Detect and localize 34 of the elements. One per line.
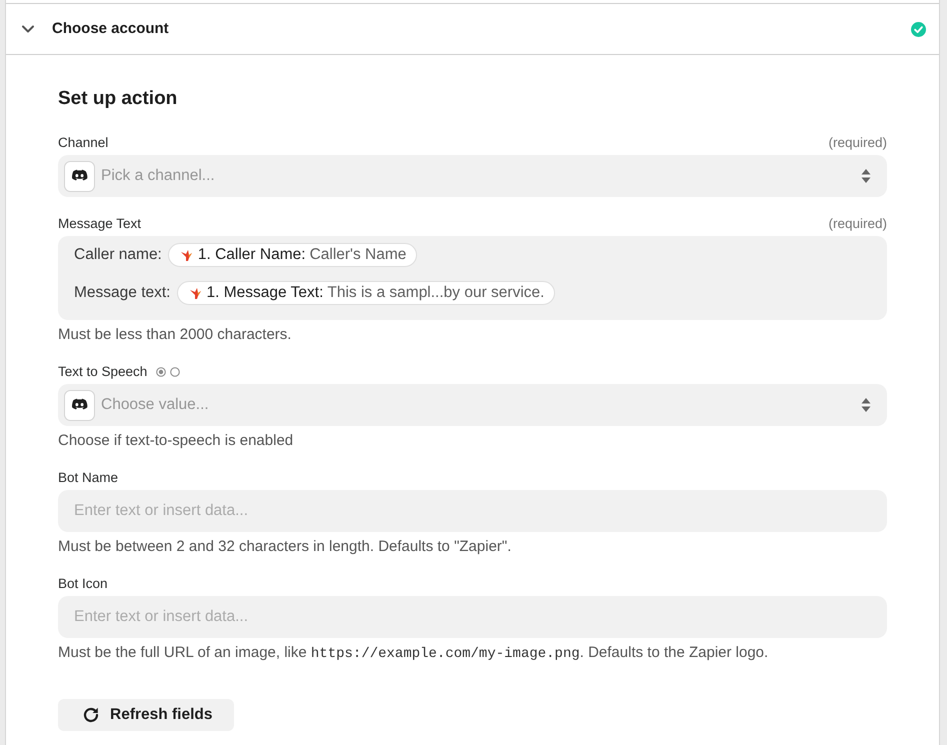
- data-pill[interactable]: 1. Caller Name: Caller's Name: [168, 243, 418, 267]
- required-note: (required): [828, 134, 887, 152]
- required-note: (required): [828, 215, 887, 233]
- step-app-icon: [188, 286, 202, 300]
- refresh-button[interactable]: Refresh fields: [58, 699, 234, 731]
- help-text: Must be between 2 and 32 characters in length. Defaults to "Zapier".: [58, 537, 512, 557]
- pill-step-label: 1. Message Text:: [206, 283, 324, 304]
- pill-value: This is a sampl...by our service.: [327, 283, 544, 304]
- help-text: Must be less than 2000 characters.: [58, 325, 292, 345]
- sort-arrows-icon: [861, 168, 871, 184]
- section-title: Set up action: [58, 87, 178, 111]
- text-area-field[interactable]: Caller name: 1. Caller Name: Caller's Name Message text: 1. Message Text: This is a sampl...by our service.: [58, 236, 887, 320]
- field-label: Bot Icon: [58, 575, 108, 593]
- help-text: Choose if text-to-speech is enabled: [58, 431, 294, 451]
- text-input[interactable]: Enter text or insert data...: [58, 596, 887, 638]
- line-label: Caller name:: [74, 245, 162, 266]
- data-pill[interactable]: 1. Message Text: This is a sampl...by our service.: [176, 281, 556, 305]
- field-label: Bot Name: [58, 469, 118, 487]
- text-input[interactable]: Enter text or insert data...: [58, 490, 887, 532]
- pill-value: Caller's Name: [310, 245, 406, 266]
- field-label: Channel: [58, 134, 108, 152]
- line-label: Message text:: [74, 283, 170, 304]
- section-header-title[interactable]: Choose account: [52, 18, 911, 40]
- help-text: Must be the full URL of an image, like https://example.com/my-image.png. Defaults to the Zapier logo.: [58, 643, 770, 664]
- radio-icon[interactable]: [156, 367, 166, 377]
- radio-icon[interactable]: [170, 367, 180, 377]
- field-label: Message Text: [58, 215, 142, 233]
- pill-step-label: 1. Caller Name:: [198, 245, 306, 266]
- app-logo-icon: [64, 390, 95, 420]
- sort-arrows-icon: [861, 397, 871, 413]
- step-app-icon: [180, 248, 193, 262]
- field-label: Text to Speech: [58, 363, 148, 381]
- app-logo-icon: [64, 160, 95, 192]
- refresh-icon: [82, 706, 100, 724]
